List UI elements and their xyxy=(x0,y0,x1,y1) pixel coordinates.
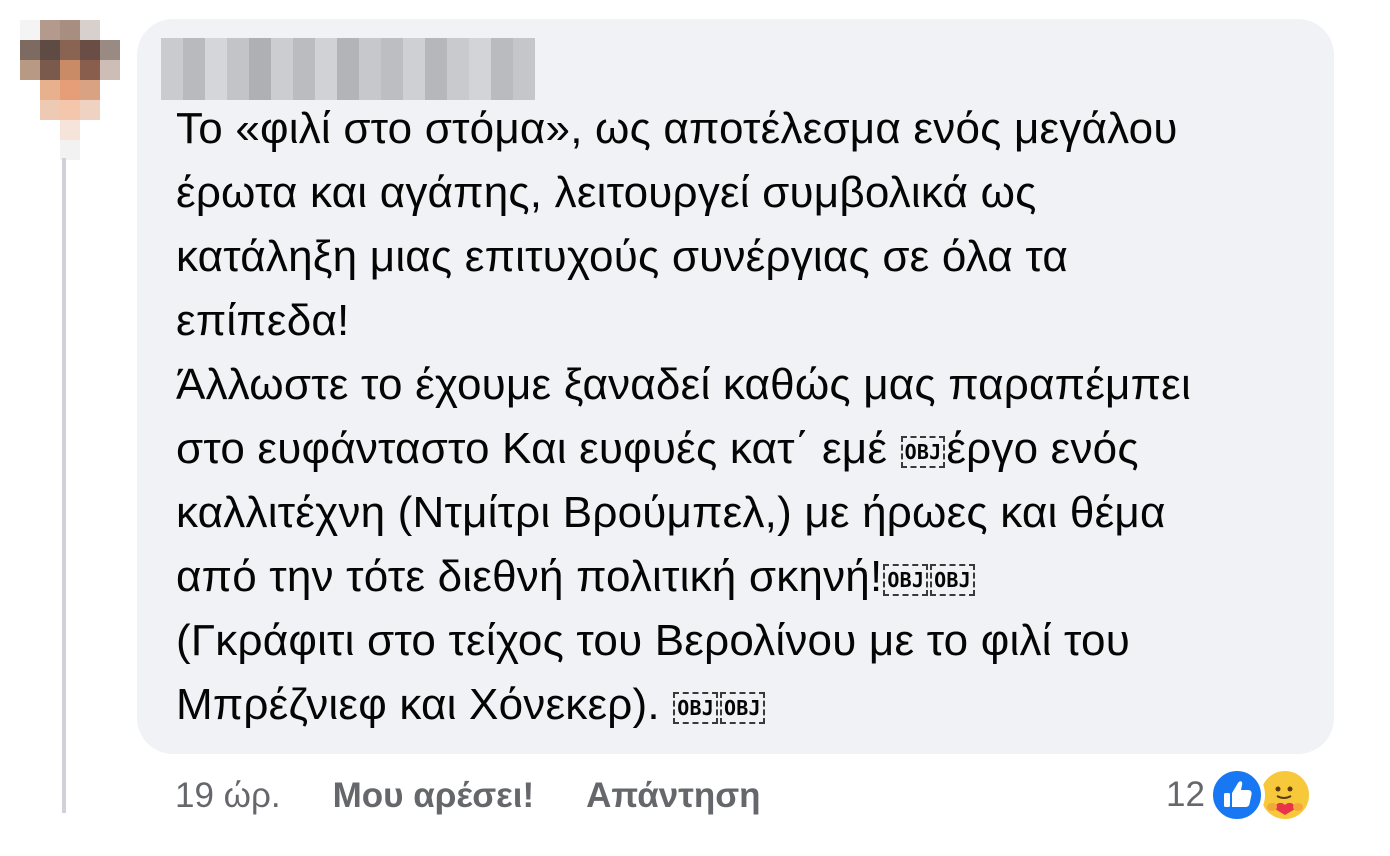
comment-line-part: Μπρέζνιεφ και Χόνεκερ). xyxy=(176,680,673,729)
comment-line-part: έργο ενός xyxy=(946,424,1139,473)
comment-line: καλλιτέχνη (Ντμίτρι Βρούμπελ,) με ήρωες … xyxy=(176,488,1166,537)
care-face-icon xyxy=(1266,786,1303,815)
obj-placeholder-glyph: OBJ xyxy=(930,564,975,596)
thumbs-up-icon xyxy=(1223,781,1252,807)
comment-timestamp[interactable]: 19 ώρ. xyxy=(175,776,281,816)
author-name-blurred[interactable] xyxy=(161,38,535,100)
comment-line-part: στο ευφάνταστο Και ευφυές κατ΄ εμέ xyxy=(176,424,900,473)
like-button[interactable]: Μου αρέσει! xyxy=(333,776,535,816)
comment-line: Το «φιλί στο στόμα», ως αποτέλεσμα ενός … xyxy=(176,104,1178,153)
reaction-count: 12 xyxy=(1166,775,1205,814)
care-icon xyxy=(1256,767,1313,823)
comment-line: Μπρέζνιεφ και Χόνεκερ). OBJ OBJ xyxy=(176,673,1316,737)
comment-line: Άλλωστε το έχουμε ξαναδεί καθώς μας παρα… xyxy=(176,360,1191,409)
comment-line: κατάληξη μιας επιτυχούς συνέργιας σε όλα… xyxy=(176,232,1068,281)
comment-line: από την τότε διεθνή πολιτική σκηνή! OBJ OB… xyxy=(176,545,1316,609)
like-icon xyxy=(1208,767,1265,823)
reply-button[interactable]: Απάντηση xyxy=(586,776,760,816)
obj-placeholder-glyph: OBJ xyxy=(900,436,946,468)
obj-placeholder-glyph: OBJ xyxy=(719,692,765,724)
avatar[interactable] xyxy=(20,20,120,160)
comment-line-part: από την τότε διεθνή πολιτική σκηνή! xyxy=(176,552,883,601)
comment-text: Το «φιλί στο στόμα», ως αποτέλεσμα ενός … xyxy=(176,97,1316,737)
obj-placeholder-glyph: OBJ xyxy=(673,692,718,724)
comment-line: (Γκράφιτι στο τείχος του Βερολίνου με το… xyxy=(176,616,1130,665)
reactions-summary[interactable]: 12 xyxy=(1166,760,1313,830)
comment-actions: 19 ώρ. Μου αρέσει! Απάντηση xyxy=(175,768,761,824)
comment-line: στο ευφάνταστο Και ευφυές κατ΄ εμέ OBJ έρ… xyxy=(176,417,1316,481)
comment-line: έρωτα και αγάπης, λειτουργεί συμβολικά ω… xyxy=(176,168,1037,217)
comment-line: επίπεδα! xyxy=(176,296,350,345)
comment-thread: Το «φιλί στο στόμα», ως αποτέλεσμα ενός … xyxy=(0,0,1390,856)
obj-placeholder-glyph: OBJ xyxy=(883,564,929,596)
thread-line xyxy=(62,158,66,813)
